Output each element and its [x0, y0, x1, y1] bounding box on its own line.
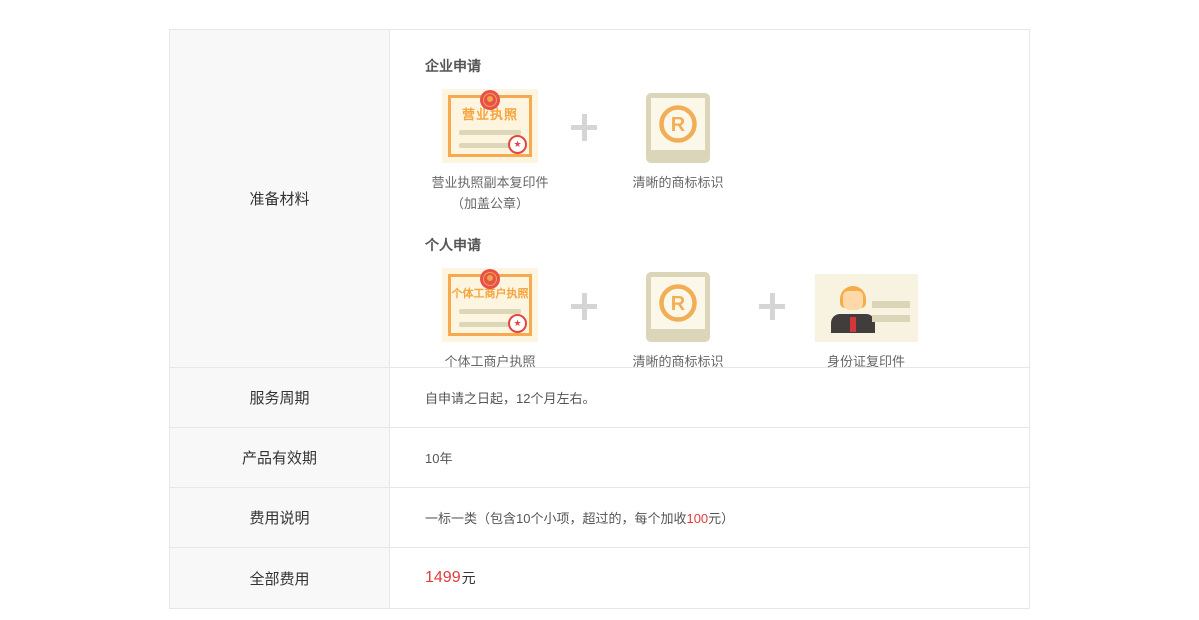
product-detail-table: 准备材料 企业申请 营业执照 ★: [169, 29, 1030, 609]
icon-wrap: R: [613, 89, 743, 163]
row-content: 一标一类（包含10个小项，超过的，每个加收100元）: [390, 488, 1029, 547]
personal-figures: 个体工商户执照 ★ 个体工商户执照: [425, 268, 1029, 372]
trademark-icon: R: [646, 272, 710, 342]
validity-row: 产品有效期 10年: [170, 428, 1029, 488]
fee-description-row: 费用说明 一标一类（包含10个小项，超过的，每个加收100元）: [170, 488, 1029, 548]
enterprise-section-title: 企业申请: [425, 56, 1029, 76]
row-label-total-price: 全部费用: [170, 548, 390, 608]
personal-section-title: 个人申请: [425, 235, 1029, 255]
row-label-materials: 准备材料: [170, 30, 390, 367]
fee-text-prefix: 一标一类（包含10个小项，超过的，每个加收: [425, 511, 686, 526]
service-period-value: 自申请之日起，12个月左右。: [425, 388, 595, 407]
material-business-license: 营业执照 ★ 营业执照副本复印件 （加盖公章）: [425, 89, 555, 214]
total-price-value: 1499: [425, 569, 461, 587]
plus-icon: [555, 89, 613, 163]
total-price-unit: 元: [462, 568, 476, 588]
trademark-inner: R: [651, 98, 705, 150]
red-star-stamp-icon: ★: [508, 314, 527, 333]
license-text-line: [459, 309, 521, 314]
license-text-line: [459, 130, 521, 135]
fee-description-value: 一标一类（包含10个小项，超过的，每个加收100元）: [425, 508, 734, 527]
registered-mark-icon: R: [656, 102, 700, 146]
caption-line: （加盖公章）: [425, 193, 555, 214]
enterprise-figures: 营业执照 ★ 营业执照副本复印件 （加盖公章）: [425, 89, 1029, 214]
fee-text-suffix: 元）: [708, 511, 734, 526]
row-content: 10年: [390, 428, 1029, 487]
registered-letter: R: [671, 293, 686, 315]
icon-wrap: 个体工商户执照 ★: [425, 268, 555, 342]
avatar-face: [843, 291, 863, 310]
business-license-icon: 个体工商户执照 ★: [442, 268, 538, 342]
star-glyph: ★: [513, 140, 521, 149]
plus-icon: [743, 268, 801, 342]
national-emblem-icon: [480, 90, 500, 110]
idcard-text-line: [872, 301, 910, 308]
total-price-row: 全部费用 1499 元: [170, 548, 1029, 608]
row-content: 1499 元: [390, 548, 1029, 608]
red-star-stamp-icon: ★: [508, 135, 527, 154]
material-trademark: R 清晰的商标标识: [613, 268, 743, 372]
business-license-icon: 营业执照 ★: [442, 89, 538, 163]
idcard-text-line: [872, 315, 910, 322]
service-period-row: 服务周期 自申请之日起，12个月左右。: [170, 368, 1029, 428]
row-label-service-period: 服务周期: [170, 368, 390, 427]
materials-row: 准备材料 企业申请 营业执照 ★: [170, 30, 1029, 368]
registered-mark-icon: R: [656, 281, 700, 325]
national-emblem-icon: [480, 269, 500, 289]
materials-content: 企业申请 营业执照 ★: [390, 30, 1029, 367]
fee-surcharge-amount: 100: [686, 511, 708, 526]
star-glyph: ★: [513, 319, 521, 328]
icon-wrap: R: [613, 268, 743, 342]
person-avatar-icon: [831, 286, 875, 333]
plus-icon: [555, 268, 613, 342]
row-label-fee-description: 费用说明: [170, 488, 390, 547]
enterprise-application-section: 企业申请 营业执照 ★: [425, 56, 1029, 214]
personal-application-section: 个人申请 个体工商户执照 ★: [425, 235, 1029, 372]
material-id-card: 身份证复印件: [801, 268, 931, 372]
material-caption: 营业执照副本复印件 （加盖公章）: [425, 172, 555, 214]
material-caption: 清晰的商标标识: [613, 172, 743, 193]
material-trademark: R 清晰的商标标识: [613, 89, 743, 193]
row-content: 自申请之日起，12个月左右。: [390, 368, 1029, 427]
id-card-icon: [815, 274, 918, 342]
material-sole-proprietor-license: 个体工商户执照 ★ 个体工商户执照: [425, 268, 555, 372]
icon-wrap: 营业执照 ★: [425, 89, 555, 163]
caption-line: 清晰的商标标识: [613, 172, 743, 193]
validity-value: 10年: [425, 448, 452, 467]
icon-wrap: [801, 268, 931, 342]
trademark-inner: R: [651, 277, 705, 329]
avatar-tie: [850, 317, 856, 332]
trademark-icon: R: [646, 93, 710, 163]
row-label-validity: 产品有效期: [170, 428, 390, 487]
caption-line: 营业执照副本复印件: [425, 172, 555, 193]
registered-letter: R: [671, 114, 686, 136]
